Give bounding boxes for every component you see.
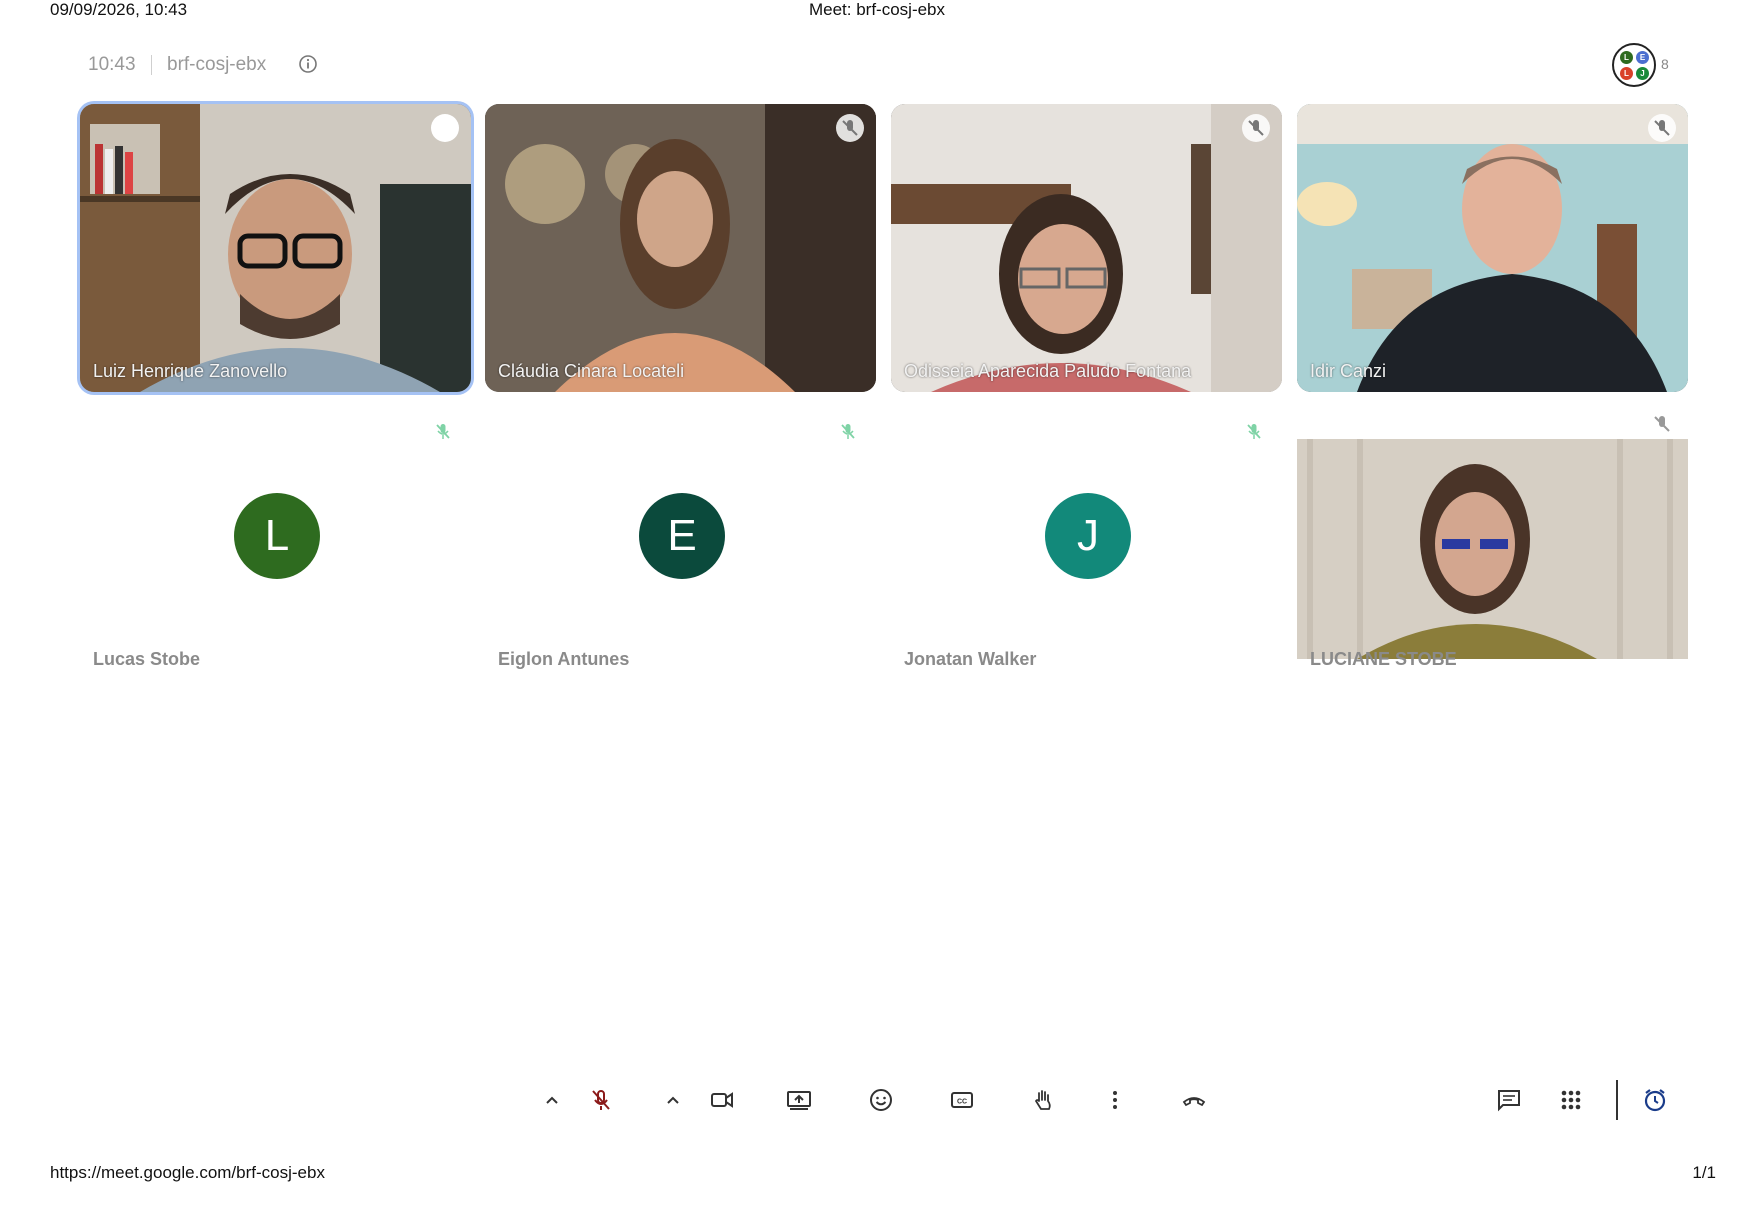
avatar: L [1620,51,1633,64]
participant-video [891,104,1282,392]
mic-off-icon [1648,114,1676,142]
print-url: https://meet.google.com/brf-cosj-ebx [50,1163,325,1182]
mic-off-icon [836,114,864,142]
raise-hand-button[interactable] [1024,1080,1064,1120]
print-footer: https://meet.google.com/brf-cosj-ebx 1/1 [0,1160,1754,1184]
participant-count: 8 [1661,56,1669,72]
participant-name: Jonatan Walker [904,649,1037,669]
chat-icon [1498,1090,1520,1112]
captions-button[interactable]: CC [942,1080,982,1120]
participant-tile[interactable]: Odisseia Aparecida Paludo Fontana [891,104,1282,392]
raise-hand-icon [1034,1090,1051,1110]
microphone-toggle-button[interactable] [581,1080,621,1120]
avatar: L [234,493,320,579]
participants-button[interactable]: L E L J [1612,43,1656,87]
mic-off-icon [1648,414,1676,438]
print-header: 09/09/2026, 10:43 Meet: brf-cosj-ebx [0,0,1754,22]
participant-video [1297,104,1688,392]
participant-name: LUCIANE STOBE [1310,649,1457,669]
chevron-up-icon [667,1096,679,1104]
toolbar-divider [1616,1080,1618,1120]
chat-button[interactable] [1489,1080,1529,1120]
meeting-code: brf-cosj-ebx [167,54,267,75]
avatar: E [1636,51,1649,64]
avatar: L [1620,67,1633,80]
participant-tile[interactable]: L Lucas Stobe [80,414,471,702]
participant-tile[interactable]: Cláudia Cinara Locateli [485,104,876,392]
present-button[interactable] [779,1080,819,1120]
leave-call-button[interactable] [1174,1080,1214,1120]
mic-off-icon [1244,422,1264,442]
camera-toggle-button[interactable] [702,1080,742,1120]
chevron-up-icon [546,1096,558,1104]
print-title: Meet: brf-cosj-ebx [808,0,946,19]
participant-tile[interactable]: Idir Canzi [1297,104,1688,392]
timer-icon [1644,1089,1666,1112]
meeting-time: 10:43 [88,54,136,75]
participant-tile[interactable]: J Jonatan Walker [891,414,1282,702]
page-number: 1/1 [1692,1163,1716,1182]
svg-text:CC: CC [957,1099,967,1106]
reactions-button[interactable] [861,1080,901,1120]
meeting-toolbar: CC [0,1080,1754,1124]
participant-name: Luiz Henrique Zanovello [93,361,288,381]
mic-off-icon [1242,114,1270,142]
activities-icon [1561,1090,1581,1110]
video-options-button[interactable] [653,1080,693,1120]
meeting-info-bar: 10:43 brf-cosj-ebx [88,50,1688,80]
captions-icon: CC [951,1092,973,1108]
participant-name: Odisseia Aparecida Paludo Fontana [904,361,1192,381]
participant-name: Lucas Stobe [93,649,201,669]
participant-name: Eiglon Antunes [498,649,630,669]
emoji-icon [870,1089,892,1111]
participant-name: Idir Canzi [1310,361,1387,381]
mic-off-icon [592,1090,610,1110]
participant-video [1297,439,1688,659]
present-icon [787,1091,811,1110]
participant-tile[interactable]: LUCIANE STOBE [1297,414,1688,702]
participant-video [485,104,876,392]
avatar: J [1636,67,1649,80]
participant-tile[interactable]: E Eiglon Antunes [485,414,876,702]
participant-tile[interactable]: Luiz Henrique Zanovello [80,104,471,392]
more-options-icon [1113,1091,1117,1109]
audio-options-button[interactable] [532,1080,572,1120]
avatar: J [1045,493,1131,579]
info-icon[interactable] [298,54,318,74]
timer-button[interactable] [1635,1080,1675,1120]
speaking-indicator [431,114,459,142]
leave-call-icon [1182,1097,1206,1107]
divider [151,55,152,75]
camera-icon [711,1092,733,1108]
participant-video [80,104,471,392]
mic-off-icon [838,422,858,442]
mic-off-icon [433,422,453,442]
more-options-button[interactable] [1095,1080,1135,1120]
participant-name: Cláudia Cinara Locateli [498,361,685,381]
activities-button[interactable] [1551,1080,1591,1120]
avatar: E [639,493,725,579]
